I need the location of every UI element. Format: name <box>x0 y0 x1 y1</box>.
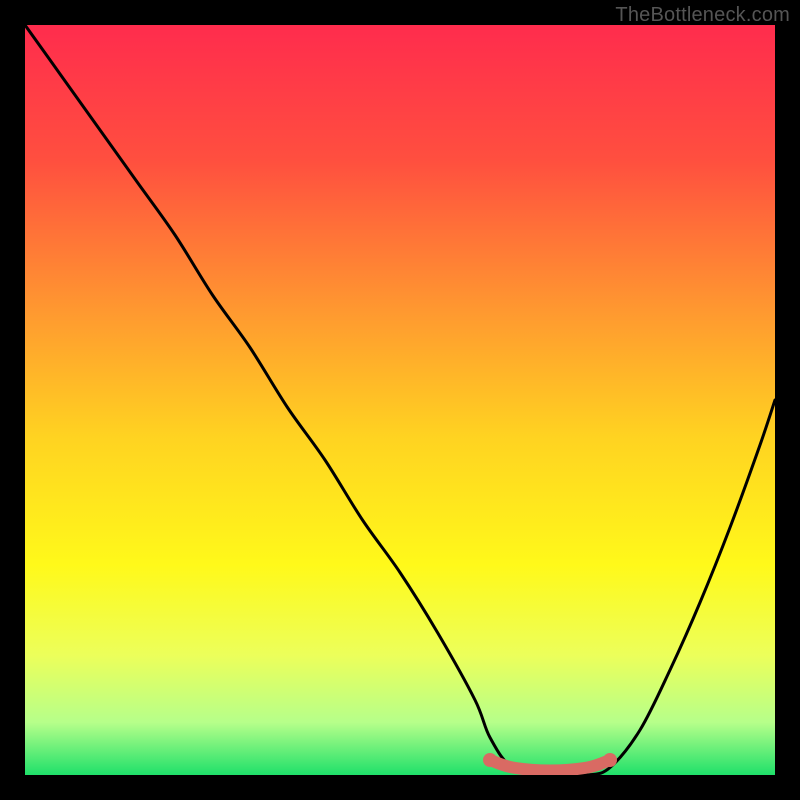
chart-frame <box>25 25 775 775</box>
optimal-range-endpoint <box>483 753 497 767</box>
gradient-background <box>25 25 775 775</box>
watermark-text: TheBottleneck.com <box>615 4 790 27</box>
optimal-range-endpoint <box>603 753 617 767</box>
bottleneck-chart <box>25 25 775 775</box>
